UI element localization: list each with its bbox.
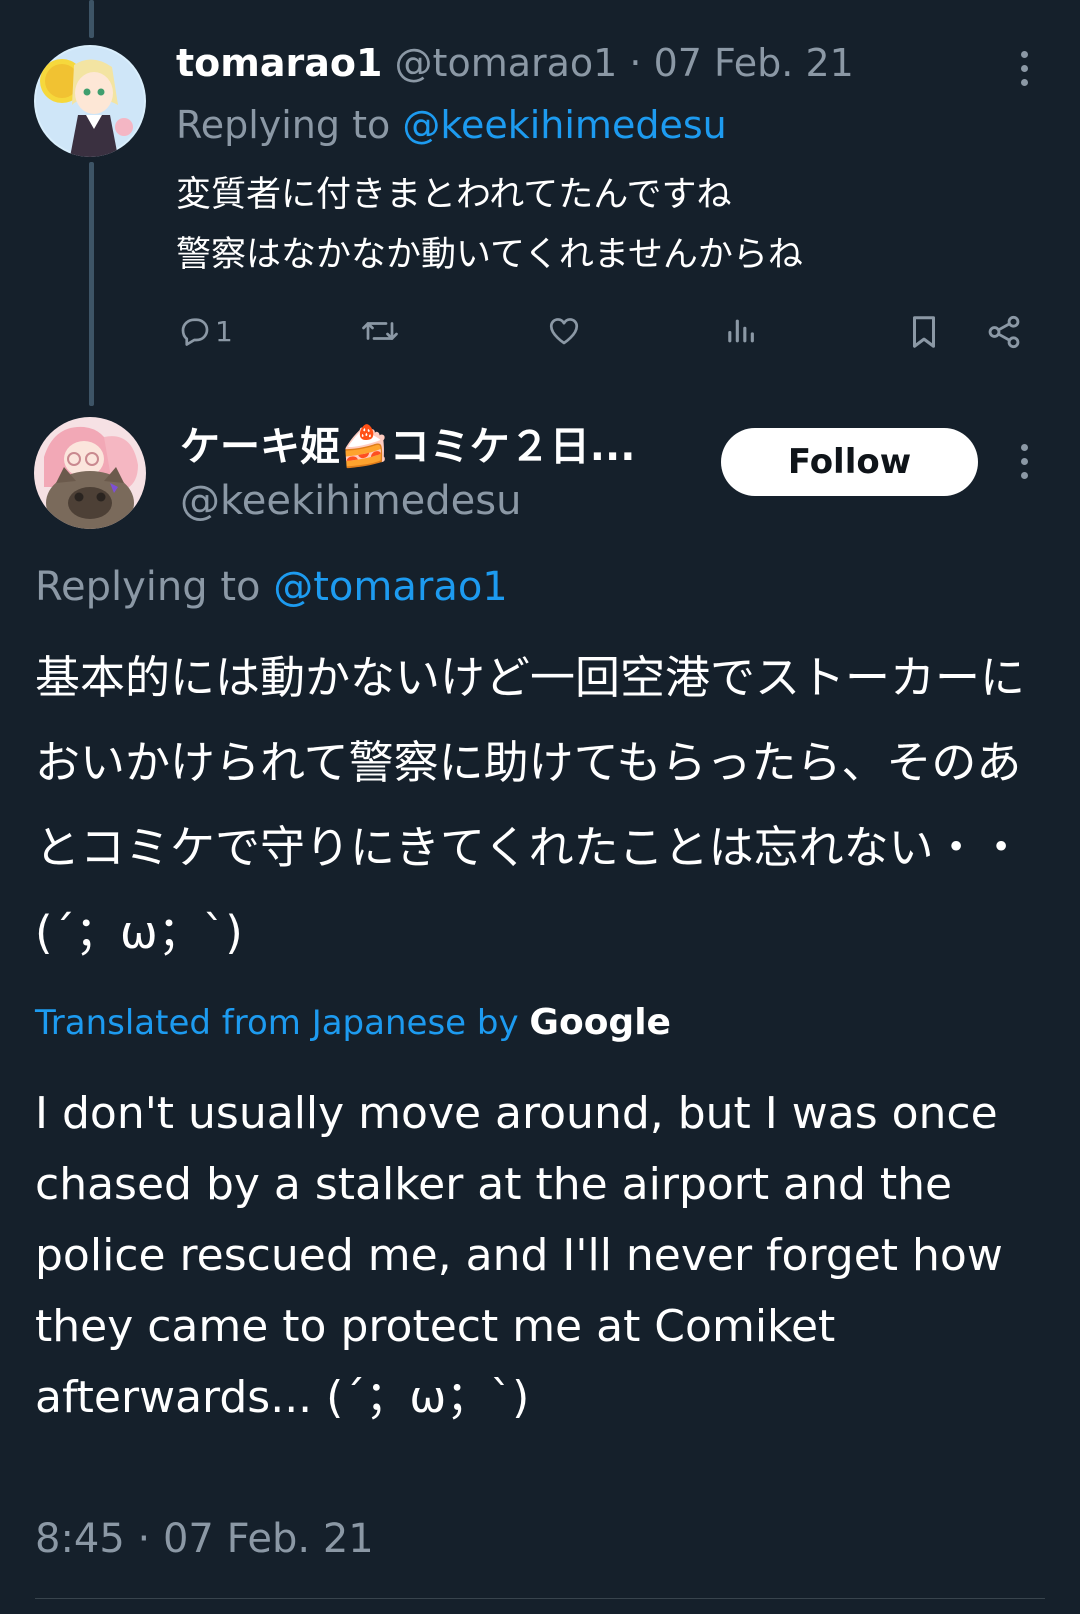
replying-to-handle-link[interactable]: @tomarao1 bbox=[273, 564, 508, 610]
share-button[interactable] bbox=[985, 313, 1023, 351]
tweet-text-line: 警察はなかなか動いてくれませんからね bbox=[176, 235, 803, 275]
reply-count: 1 bbox=[215, 314, 233, 348]
views-icon bbox=[724, 313, 758, 349]
avatar-tomarao1[interactable] bbox=[34, 45, 146, 157]
reply-tweet-header: tomarao1 @tomarao1 · 07 Feb. 21 bbox=[176, 40, 854, 86]
reply-icon bbox=[177, 313, 213, 349]
translated-text: I don't usually move around, but I was o… bbox=[35, 1088, 1003, 1423]
replying-to-handle-link[interactable]: @keekihimedesu bbox=[402, 103, 726, 147]
thread-line-top bbox=[89, 0, 94, 38]
more-icon[interactable] bbox=[1014, 51, 1034, 86]
like-button[interactable] bbox=[545, 313, 583, 349]
tweet-timestamp[interactable]: 8:45 · 07 Feb. 21 bbox=[35, 1515, 374, 1563]
avatar-keekihimedesu[interactable] bbox=[34, 417, 146, 529]
bookmark-icon bbox=[907, 313, 941, 351]
like-icon bbox=[545, 313, 583, 349]
user-handle[interactable]: @tomarao1 bbox=[395, 41, 618, 85]
display-name[interactable]: ケーキ姫🍰コミケ２日... bbox=[180, 421, 635, 473]
replying-to: Replying to @tomarao1 bbox=[35, 563, 508, 611]
divider bbox=[35, 1598, 1045, 1599]
retweet-button[interactable] bbox=[360, 313, 400, 349]
tweet-text: 基本的には動かないけど一回空港でストーカーにおいかけられて警察に助けてもらったら… bbox=[35, 651, 1026, 959]
translation-attribution[interactable]: Translated from Japanese by Google bbox=[35, 1001, 671, 1045]
tweet-text-line: 変質者に付きまとわれてたんですね bbox=[176, 175, 732, 215]
translation-label[interactable]: Translated from Japanese by bbox=[35, 1003, 529, 1043]
separator-dot: · bbox=[617, 41, 654, 85]
more-icon[interactable] bbox=[1014, 444, 1034, 479]
retweet-icon bbox=[360, 313, 400, 349]
replying-to: Replying to @keekihimedesu bbox=[176, 102, 727, 148]
bookmark-button[interactable] bbox=[907, 313, 941, 351]
views-button[interactable] bbox=[724, 313, 758, 349]
share-icon bbox=[985, 313, 1023, 351]
display-name[interactable]: tomarao1 bbox=[176, 41, 382, 85]
replying-prefix: Replying to bbox=[35, 564, 274, 610]
replying-prefix: Replying to bbox=[176, 103, 403, 147]
reply-button[interactable]: 1 bbox=[177, 313, 233, 349]
thread-line-connector bbox=[89, 162, 94, 406]
follow-button[interactable]: Follow bbox=[721, 428, 978, 496]
google-logo: Google bbox=[529, 1002, 671, 1043]
reply-tweet-text: 変質者に付きまとわれてたんですね 警察はなかなか動いてくれませんからね bbox=[176, 165, 803, 285]
tweet-date[interactable]: 07 Feb. 21 bbox=[654, 41, 854, 85]
user-handle[interactable]: @keekihimedesu bbox=[180, 477, 521, 525]
